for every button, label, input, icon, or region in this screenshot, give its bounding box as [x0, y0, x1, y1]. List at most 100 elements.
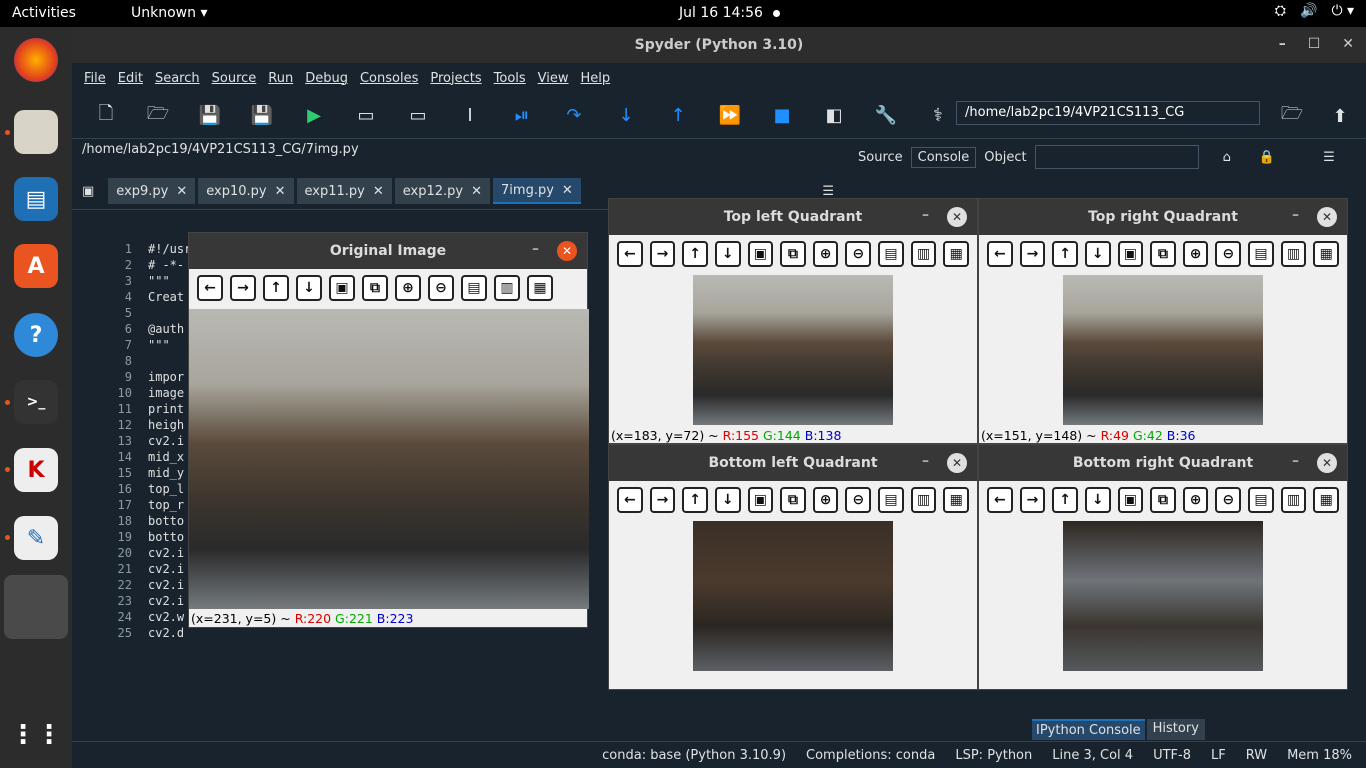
- image-tool-icon[interactable]: ▥: [1280, 487, 1307, 513]
- tab-7img[interactable]: 7img.py ✕: [493, 178, 581, 204]
- activities-button[interactable]: Activities: [12, 5, 76, 21]
- minimize-button[interactable]: –: [1292, 207, 1299, 223]
- image-tool-icon[interactable]: ▤: [1248, 241, 1274, 267]
- image-view[interactable]: [693, 275, 893, 425]
- clock[interactable]: Jul 16 14:56: [679, 5, 763, 21]
- volume-icon[interactable]: 🔊: [1300, 3, 1317, 19]
- tab-exp11[interactable]: exp11.py ✕: [296, 178, 392, 204]
- image-tool-icon[interactable]: ↑: [263, 275, 289, 301]
- close-tab-icon[interactable]: ✕: [176, 184, 187, 199]
- image-tool-icon[interactable]: ⊖: [428, 275, 454, 301]
- open-file-icon[interactable]: 🗁: [138, 101, 178, 131]
- image-tool-icon[interactable]: ↑: [1052, 241, 1078, 267]
- image-tool-icon[interactable]: ⊖: [1215, 487, 1242, 513]
- stop-icon[interactable]: ■: [762, 101, 802, 131]
- code-line[interactable]: top_r: [148, 498, 184, 512]
- help-icon[interactable]: ?: [14, 313, 58, 357]
- tab-ipython-console[interactable]: IPython Console: [1032, 719, 1145, 740]
- code-line[interactable]: cv2.i: [148, 562, 184, 576]
- code-line[interactable]: cv2.i: [148, 434, 184, 448]
- parent-dir-icon[interactable]: ⬆: [1320, 101, 1360, 131]
- image-tool-icon[interactable]: ▣: [1117, 241, 1144, 267]
- source-select[interactable]: Console: [910, 146, 977, 168]
- image-tool-icon[interactable]: ↑: [682, 241, 708, 267]
- close-button[interactable]: ✕: [947, 453, 967, 473]
- menu-run[interactable]: Run: [268, 71, 293, 86]
- debug-icon[interactable]: ⏯: [502, 101, 542, 131]
- image-tool-icon[interactable]: ▥: [1280, 241, 1307, 267]
- menu-edit[interactable]: Edit: [118, 71, 143, 86]
- image-tool-icon[interactable]: ⊖: [845, 241, 872, 267]
- image-tool-icon[interactable]: ←: [617, 487, 643, 513]
- menu-debug[interactable]: Debug: [305, 71, 348, 86]
- code-line[interactable]: cv2.d: [148, 626, 184, 640]
- image-tool-icon[interactable]: ↓: [714, 487, 741, 513]
- show-apps-icon[interactable]: ⋮⋮: [10, 713, 62, 757]
- image-tool-icon[interactable]: ▦: [527, 275, 553, 301]
- run-cell-icon[interactable]: ▭: [346, 101, 386, 131]
- code-line[interactable]: botto: [148, 530, 184, 544]
- image-tool-icon[interactable]: ⧉: [780, 241, 806, 267]
- close-button[interactable]: ✕: [1317, 453, 1337, 473]
- image-tool-icon[interactable]: →: [649, 487, 676, 513]
- run-cell-advance-icon[interactable]: ▭: [398, 101, 438, 131]
- image-tool-icon[interactable]: ↓: [1084, 241, 1111, 267]
- image-tool-icon[interactable]: ↑: [1052, 487, 1078, 513]
- working-directory-input[interactable]: /home/lab2pc19/4VP21CS113_CG: [956, 101, 1260, 125]
- browse-folder-icon[interactable]: 🗁: [1272, 101, 1312, 131]
- object-input[interactable]: [1034, 145, 1199, 169]
- code-line[interactable]: cv2.i: [148, 578, 184, 592]
- close-tab-icon[interactable]: ✕: [373, 184, 384, 199]
- minimize-button[interactable]: –: [922, 453, 929, 469]
- options-icon[interactable]: ☰: [1323, 150, 1335, 165]
- close-button[interactable]: ✕: [947, 207, 967, 227]
- image-tool-icon[interactable]: ▣: [1117, 487, 1144, 513]
- image-tool-icon[interactable]: ▦: [943, 487, 970, 513]
- terminal-icon[interactable]: >_: [14, 380, 58, 424]
- image-tool-icon[interactable]: ▤: [1248, 487, 1274, 513]
- image-tool-icon[interactable]: ▦: [1313, 487, 1340, 513]
- new-file-icon[interactable]: 🗋: [86, 101, 126, 131]
- image-tool-icon[interactable]: ⧉: [1150, 487, 1176, 513]
- image-tool-icon[interactable]: ←: [987, 487, 1013, 513]
- menu-consoles[interactable]: Consoles: [360, 71, 418, 86]
- menu-source[interactable]: Source: [212, 71, 257, 86]
- image-tool-icon[interactable]: ↓: [296, 275, 322, 301]
- code-line[interactable]: mid_y: [148, 466, 184, 480]
- image-tool-icon[interactable]: ⊖: [1215, 241, 1242, 267]
- code-line[interactable]: cv2.i: [148, 546, 184, 560]
- code-line[interactable]: top_l: [148, 482, 184, 496]
- code-line[interactable]: heigh: [148, 418, 184, 432]
- step-return-icon[interactable]: ↑: [658, 101, 698, 131]
- app-icon[interactable]: K: [14, 448, 58, 492]
- home-icon[interactable]: ⌂: [1223, 150, 1231, 165]
- minimize-button[interactable]: –: [1292, 453, 1299, 469]
- close-button[interactable]: ✕: [1317, 207, 1337, 227]
- image-tool-icon[interactable]: →: [1019, 487, 1046, 513]
- code-line[interactable]: print: [148, 402, 184, 416]
- minimize-button[interactable]: –: [922, 207, 929, 223]
- image-view[interactable]: [1063, 275, 1263, 425]
- image-tool-icon[interactable]: ⊖: [845, 487, 872, 513]
- code-line[interactable]: Creat: [148, 290, 184, 304]
- continue-icon[interactable]: ⏩: [710, 101, 750, 131]
- close-button[interactable]: ✕: [1342, 36, 1354, 52]
- image-tool-icon[interactable]: ⊕: [812, 241, 839, 267]
- menu-projects[interactable]: Projects: [430, 71, 481, 86]
- appcenter-icon[interactable]: A: [14, 244, 58, 288]
- image-tool-icon[interactable]: ▤: [878, 487, 904, 513]
- step-icon[interactable]: ↷: [554, 101, 594, 131]
- close-button[interactable]: ✕: [557, 241, 577, 261]
- browse-tabs-icon[interactable]: ▣: [82, 184, 94, 199]
- image-tool-icon[interactable]: ▥: [910, 487, 937, 513]
- network-icon[interactable]: ⛭: [1275, 3, 1286, 19]
- python-path-icon[interactable]: ⚕: [918, 101, 958, 131]
- minimize-button[interactable]: –: [532, 241, 539, 257]
- run-icon[interactable]: ▶: [294, 101, 334, 131]
- image-tool-icon[interactable]: ←: [987, 241, 1013, 267]
- app-menu[interactable]: Unknown ▾: [131, 5, 207, 21]
- files-icon[interactable]: [14, 110, 58, 154]
- image-tool-icon[interactable]: ▣: [747, 487, 774, 513]
- menu-help[interactable]: Help: [581, 71, 611, 86]
- close-tab-icon[interactable]: ✕: [562, 183, 573, 198]
